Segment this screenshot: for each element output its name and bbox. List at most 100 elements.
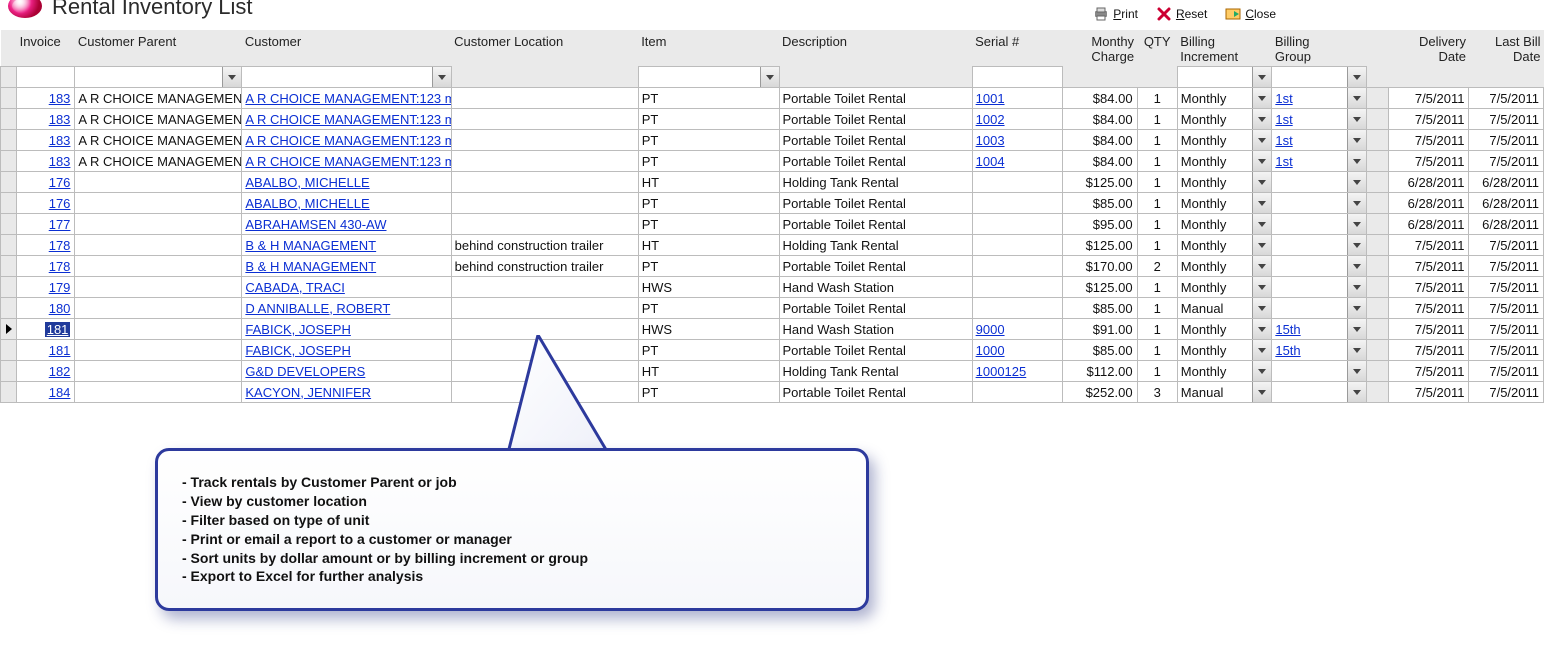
cell-billing-increment[interactable]: Monthly xyxy=(1177,151,1272,172)
col-item[interactable]: Item xyxy=(638,30,779,67)
chevron-down-icon[interactable] xyxy=(1252,361,1271,381)
cell-billing-increment[interactable]: Monthly xyxy=(1177,340,1272,361)
row-selector[interactable] xyxy=(1,151,17,172)
filter-customer[interactable] xyxy=(242,67,451,88)
cell-invoice[interactable]: 182 xyxy=(17,361,75,382)
cell-invoice[interactable]: 176 xyxy=(17,193,75,214)
row-selector[interactable] xyxy=(1,172,17,193)
cell-serial[interactable]: 9000 xyxy=(972,319,1063,340)
chevron-down-icon[interactable] xyxy=(1347,361,1366,381)
col-customer-parent[interactable]: Customer Parent xyxy=(75,30,242,67)
row-selector[interactable] xyxy=(1,340,17,361)
filter-billing-group[interactable] xyxy=(1272,67,1367,88)
row-selector[interactable] xyxy=(1,256,17,277)
row-selector[interactable] xyxy=(1,235,17,256)
chevron-down-icon[interactable] xyxy=(1347,151,1366,171)
cell-billing-increment[interactable]: Monthly xyxy=(1177,256,1272,277)
cell-billing-increment[interactable]: Monthly xyxy=(1177,361,1272,382)
row-selector[interactable] xyxy=(1,214,17,235)
chevron-down-icon[interactable] xyxy=(1347,88,1366,108)
cell-customer[interactable]: FABICK, JOSEPH xyxy=(242,319,451,340)
row-selector[interactable] xyxy=(1,109,17,130)
chevron-down-icon[interactable] xyxy=(1252,382,1271,402)
chevron-down-icon[interactable] xyxy=(1252,88,1271,108)
cell-customer[interactable]: KACYON, JENNIFER xyxy=(242,382,451,403)
cell-billing-increment[interactable]: Manual xyxy=(1177,382,1272,403)
col-monthly-charge[interactable]: MonthyCharge xyxy=(1063,30,1137,67)
row-selector[interactable] xyxy=(1,193,17,214)
table-row[interactable]: 181FABICK, JOSEPHPTPortable Toilet Renta… xyxy=(1,340,1544,361)
row-selector[interactable] xyxy=(1,382,17,403)
cell-billing-group[interactable] xyxy=(1272,235,1367,256)
cell-billing-group[interactable] xyxy=(1272,298,1367,319)
chevron-down-icon[interactable] xyxy=(1347,298,1366,318)
cell-billing-increment[interactable]: Manual xyxy=(1177,298,1272,319)
cell-invoice[interactable]: 178 xyxy=(17,256,75,277)
cell-billing-increment[interactable]: Monthly xyxy=(1177,193,1272,214)
chevron-down-icon[interactable] xyxy=(1347,340,1366,360)
cell-billing-increment[interactable]: Monthly xyxy=(1177,319,1272,340)
cell-serial[interactable]: 1002 xyxy=(972,109,1063,130)
col-last-bill-date[interactable]: Last BillDate xyxy=(1469,30,1544,67)
chevron-down-icon[interactable] xyxy=(760,67,779,87)
cell-invoice[interactable]: 183 xyxy=(17,109,75,130)
cell-billing-increment[interactable]: Monthly xyxy=(1177,88,1272,109)
chevron-down-icon[interactable] xyxy=(1252,151,1271,171)
row-selector[interactable] xyxy=(1,319,17,340)
cell-invoice[interactable]: 181 xyxy=(17,340,75,361)
chevron-down-icon[interactable] xyxy=(1347,214,1366,234)
cell-customer[interactable]: FABICK, JOSEPH xyxy=(242,340,451,361)
cell-invoice[interactable]: 183 xyxy=(17,130,75,151)
cell-customer[interactable]: D ANNIBALLE, ROBERT xyxy=(242,298,451,319)
cell-invoice[interactable]: 176 xyxy=(17,172,75,193)
cell-billing-group[interactable] xyxy=(1272,193,1367,214)
table-row[interactable]: 183A R CHOICE MANAGEMENTA R CHOICE MANAG… xyxy=(1,151,1544,172)
filter-item[interactable] xyxy=(638,67,779,88)
cell-billing-group[interactable] xyxy=(1272,277,1367,298)
col-description[interactable]: Description xyxy=(779,30,972,67)
table-row[interactable]: 178B & H MANAGEMENTbehind construction t… xyxy=(1,235,1544,256)
table-row[interactable]: 184KACYON, JENNIFERPTPortable Toilet Ren… xyxy=(1,382,1544,403)
cell-invoice[interactable]: 184 xyxy=(17,382,75,403)
chevron-down-icon[interactable] xyxy=(1252,130,1271,150)
row-selector[interactable] xyxy=(1,277,17,298)
col-billing-increment[interactable]: BillingIncrement xyxy=(1177,30,1272,67)
cell-invoice[interactable]: 177 xyxy=(17,214,75,235)
cell-customer[interactable]: G&D DEVELOPERS xyxy=(242,361,451,382)
table-row[interactable]: 176ABALBO, MICHELLEPTPortable Toilet Ren… xyxy=(1,193,1544,214)
cell-invoice[interactable]: 180 xyxy=(17,298,75,319)
row-selector[interactable] xyxy=(1,130,17,151)
cell-invoice[interactable]: 183 xyxy=(17,151,75,172)
cell-invoice[interactable]: 179 xyxy=(17,277,75,298)
cell-billing-group[interactable]: 15th xyxy=(1272,319,1367,340)
cell-serial[interactable]: 1000 xyxy=(972,340,1063,361)
chevron-down-icon[interactable] xyxy=(1347,172,1366,192)
table-row[interactable]: 180D ANNIBALLE, ROBERTPTPortable Toilet … xyxy=(1,298,1544,319)
chevron-down-icon[interactable] xyxy=(1252,319,1271,339)
chevron-down-icon[interactable] xyxy=(1252,193,1271,213)
filter-billing-increment[interactable] xyxy=(1177,67,1272,88)
cell-billing-group[interactable] xyxy=(1272,172,1367,193)
cell-billing-group[interactable] xyxy=(1272,361,1367,382)
chevron-down-icon[interactable] xyxy=(1252,235,1271,255)
reset-button[interactable]: Reset xyxy=(1156,6,1207,22)
col-invoice[interactable]: Invoice xyxy=(17,30,75,67)
chevron-down-icon[interactable] xyxy=(1347,235,1366,255)
chevron-down-icon[interactable] xyxy=(1347,382,1366,402)
cell-billing-group[interactable] xyxy=(1272,214,1367,235)
chevron-down-icon[interactable] xyxy=(222,67,241,87)
cell-invoice[interactable]: 181 xyxy=(17,319,75,340)
cell-customer[interactable]: B & H MANAGEMENT xyxy=(242,256,451,277)
filter-customer-parent[interactable] xyxy=(75,67,242,88)
cell-invoice[interactable]: 178 xyxy=(17,235,75,256)
chevron-down-icon[interactable] xyxy=(1252,172,1271,192)
filter-serial[interactable] xyxy=(972,67,1063,88)
table-row[interactable]: 183A R CHOICE MANAGEMENTA R CHOICE MANAG… xyxy=(1,88,1544,109)
chevron-down-icon[interactable] xyxy=(1252,214,1271,234)
cell-billing-increment[interactable]: Monthly xyxy=(1177,214,1272,235)
cell-customer[interactable]: A R CHOICE MANAGEMENT:123 m xyxy=(242,130,451,151)
cell-billing-increment[interactable]: Monthly xyxy=(1177,235,1272,256)
chevron-down-icon[interactable] xyxy=(432,67,451,87)
cell-billing-group[interactable]: 1st xyxy=(1272,109,1367,130)
col-delivery-date[interactable]: DeliveryDate xyxy=(1389,30,1469,67)
